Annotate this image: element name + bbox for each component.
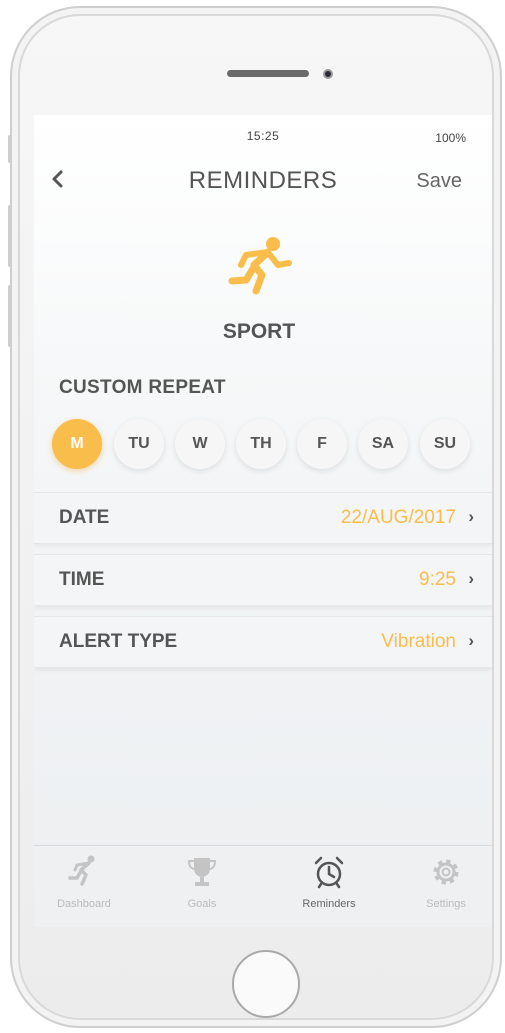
alert-type-value: Vibration: [381, 631, 456, 652]
day-monday[interactable]: M: [52, 419, 102, 469]
app-screen: 15:25 100% REMINDERS Save SPORT CUSTOM R…: [34, 115, 492, 927]
tab-settings-label: Settings: [426, 898, 466, 910]
volume-up-button: [8, 205, 12, 267]
tab-bar: Dashboard Goals Reminders Settings: [34, 845, 492, 927]
save-button[interactable]: Save: [416, 170, 462, 193]
alert-type-row[interactable]: ALERT TYPE Vibration ›: [34, 616, 492, 668]
tab-settings[interactable]: Settings: [396, 854, 492, 910]
volume-down-button: [8, 285, 12, 347]
time-value: 9:25: [419, 569, 456, 590]
front-camera: [323, 69, 333, 79]
time-label: TIME: [59, 569, 105, 590]
alert-type-label: ALERT TYPE: [59, 631, 178, 652]
custom-repeat-title: CUSTOM REPEAT: [59, 377, 226, 398]
speaker-grille: [227, 70, 309, 77]
date-value: 22/AUG/2017: [340, 507, 456, 528]
chevron-right-icon: ›: [468, 631, 474, 650]
home-button[interactable]: [232, 950, 300, 1018]
battery-level: 100%: [435, 131, 466, 145]
day-wednesday[interactable]: W: [175, 419, 225, 469]
date-row[interactable]: DATE 22/AUG/2017 ›: [34, 492, 492, 544]
alarm-clock-icon: [314, 856, 344, 889]
day-sunday[interactable]: SU: [420, 419, 470, 469]
mute-switch: [8, 135, 12, 163]
chevron-right-icon: ›: [468, 569, 474, 588]
tab-goals[interactable]: Goals: [152, 854, 252, 910]
status-time: 15:25: [246, 129, 280, 143]
date-label: DATE: [59, 507, 110, 528]
day-thursday[interactable]: TH: [236, 419, 286, 469]
tab-reminders[interactable]: Reminders: [279, 854, 379, 910]
tab-dashboard[interactable]: Dashboard: [34, 854, 134, 910]
reminder-category-label: SPORT: [222, 320, 296, 343]
running-person-icon: [68, 855, 95, 886]
day-saturday[interactable]: SA: [358, 419, 408, 469]
day-tuesday[interactable]: TU: [114, 419, 164, 469]
time-row[interactable]: TIME 9:25 ›: [34, 554, 492, 606]
chevron-right-icon: ›: [468, 507, 474, 526]
gear-icon: [433, 859, 459, 885]
tab-goals-label: Goals: [187, 898, 217, 910]
day-selector: M TU W TH F SA SU: [52, 419, 482, 469]
tab-dashboard-label: Dashboard: [57, 898, 111, 910]
running-person-icon: [228, 237, 292, 295]
day-friday[interactable]: F: [297, 419, 347, 469]
trophy-icon: [187, 858, 217, 886]
tab-reminders-label: Reminders: [302, 898, 356, 910]
